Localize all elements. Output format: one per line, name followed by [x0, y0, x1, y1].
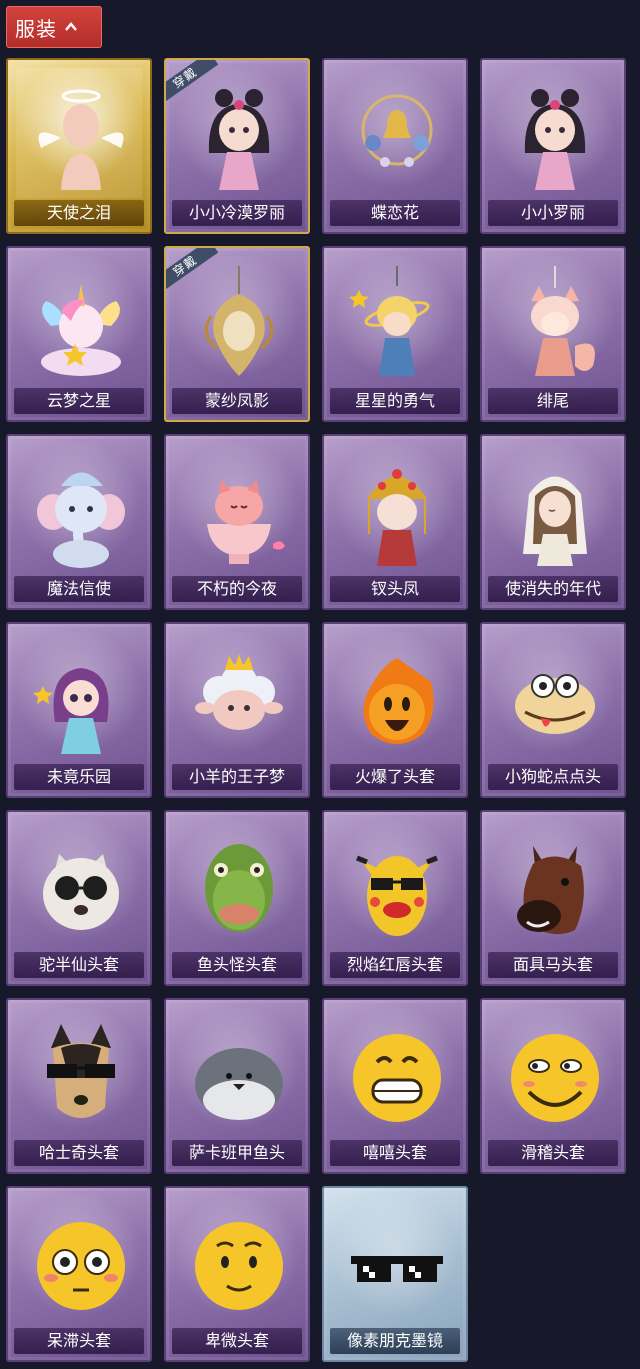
costume-name: 小小罗丽	[488, 200, 618, 226]
costume-name: 绯尾	[488, 388, 618, 414]
unicorn-icon	[41, 284, 121, 376]
costume-card[interactable]: 卑微头套	[164, 1186, 310, 1362]
costume-card[interactable]: 像素朋克墨镜	[322, 1186, 468, 1362]
bell-pendant-icon	[361, 94, 433, 167]
costume-card[interactable]: 小狗蛇点点头	[480, 622, 626, 798]
doll-icon	[524, 89, 586, 190]
costume-card[interactable]: 星星的勇气	[322, 246, 468, 422]
costume-name: 像素朋克墨镜	[330, 1328, 460, 1354]
fox-girl-icon	[531, 266, 595, 376]
costume-card[interactable]: 萨卡班甲鱼头	[164, 998, 310, 1174]
pixel-sunglasses-icon	[351, 1256, 443, 1282]
costume-name: 天使之泪	[14, 200, 144, 226]
pleading-emoji-icon	[195, 1222, 283, 1310]
costume-name: 火爆了头套	[330, 764, 460, 790]
costume-grid: 天使之泪 穿戴 小小冷漠罗丽 蝶恋花 小小罗丽 云梦之星 穿戴 蒙纱凤影 星星的…	[0, 0, 640, 1369]
grin-emoji-icon	[353, 1034, 441, 1122]
horse-mask-icon	[517, 846, 584, 935]
fish-head-icon	[205, 844, 273, 932]
fire-head-icon	[363, 658, 434, 744]
costume-name: 萨卡班甲鱼头	[172, 1140, 302, 1166]
costume-name: 使消失的年代	[488, 576, 618, 602]
phoenix-pendant-icon	[204, 266, 274, 376]
alpaca-sunglasses-icon	[43, 854, 119, 930]
costume-card[interactable]: 哈士奇头套	[6, 998, 152, 1174]
costume-name: 烈焰红唇头套	[330, 952, 460, 978]
costume-card[interactable]: 面具马头套	[480, 810, 626, 986]
costume-card[interactable]: 滑稽头套	[480, 998, 626, 1174]
snake-head-icon	[515, 674, 595, 734]
costume-name: 面具马头套	[488, 952, 618, 978]
costume-name: 魔法信使	[14, 576, 144, 602]
funny-emoji-icon	[511, 1034, 599, 1122]
fairy-doll-icon	[33, 668, 109, 754]
costume-name: 钗头凤	[330, 576, 460, 602]
costume-name: 蒙纱凤影	[172, 388, 302, 414]
costume-card[interactable]: 不朽的今夜	[164, 434, 310, 610]
elephant-icon	[37, 472, 125, 568]
star-boy-icon	[349, 266, 430, 376]
costume-card[interactable]: 驼半仙头套	[6, 810, 152, 986]
doll-icon	[208, 89, 270, 190]
opera-doll-icon	[367, 469, 427, 566]
costume-card[interactable]: 嘻嘻头套	[322, 998, 468, 1174]
veiled-doll-icon	[523, 476, 587, 566]
costume-name: 未竟乐园	[14, 764, 144, 790]
costume-name: 嘻嘻头套	[330, 1140, 460, 1166]
costume-name: 滑稽头套	[488, 1140, 618, 1166]
costume-card[interactable]: 使消失的年代	[480, 434, 626, 610]
costume-name: 驼半仙头套	[14, 952, 144, 978]
costume-name: 小羊的王子梦	[172, 764, 302, 790]
costume-name: 呆滞头套	[14, 1328, 144, 1354]
husky-sunglasses-icon	[47, 1024, 115, 1118]
angel-icon	[38, 89, 124, 190]
costume-card[interactable]: 穿戴 蒙纱凤影	[164, 246, 310, 422]
cat-cup-icon	[207, 480, 285, 564]
pikachu-mask-icon	[356, 855, 438, 936]
sacabambaspis-icon	[195, 1048, 283, 1120]
costume-card[interactable]: 火爆了头套	[322, 622, 468, 798]
costume-card[interactable]: 小小罗丽	[480, 58, 626, 234]
costume-card[interactable]: 小羊的王子梦	[164, 622, 310, 798]
costume-card[interactable]: 呆滞头套	[6, 1186, 152, 1362]
costume-card[interactable]: 绯尾	[480, 246, 626, 422]
costume-name: 哈士奇头套	[14, 1140, 144, 1166]
costume-card[interactable]: 魔法信使	[6, 434, 152, 610]
costume-name: 蝶恋花	[330, 200, 460, 226]
costume-name: 云梦之星	[14, 388, 144, 414]
costume-card[interactable]: 烈焰红唇头套	[322, 810, 468, 986]
costume-name: 不朽的今夜	[172, 576, 302, 602]
costume-name: 鱼头怪头套	[172, 952, 302, 978]
costume-card[interactable]: 天使之泪	[6, 58, 152, 234]
costume-card[interactable]: 鱼头怪头套	[164, 810, 310, 986]
flushed-emoji-icon	[37, 1222, 125, 1310]
costume-name: 小小冷漠罗丽	[172, 200, 302, 226]
sheep-icon	[195, 654, 283, 730]
costume-card[interactable]: 云梦之星	[6, 246, 152, 422]
costume-name: 星星的勇气	[330, 388, 460, 414]
costume-card[interactable]: 钗头凤	[322, 434, 468, 610]
costume-name: 小狗蛇点点头	[488, 764, 618, 790]
costume-card[interactable]: 穿戴 小小冷漠罗丽	[164, 58, 310, 234]
costume-name: 卑微头套	[172, 1328, 302, 1354]
costume-card[interactable]: 蝶恋花	[322, 58, 468, 234]
costume-card[interactable]: 未竟乐园	[6, 622, 152, 798]
